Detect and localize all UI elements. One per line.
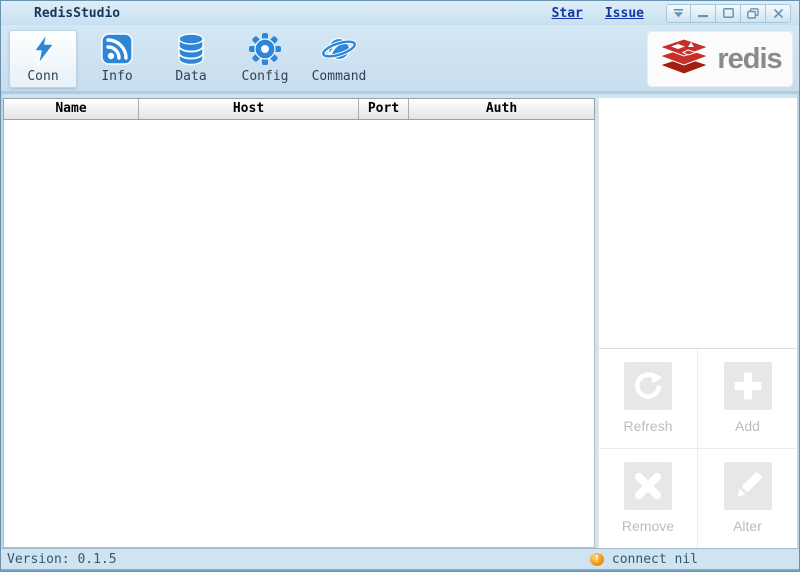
tab-config[interactable]: Config	[231, 30, 299, 88]
version-text: Version: 0.1.5	[7, 552, 117, 567]
toolbar: Conn Info Data	[1, 25, 799, 94]
action-button-grid: Refresh Add Remo	[599, 349, 797, 548]
tab-data[interactable]: Data	[157, 30, 225, 88]
column-header-auth[interactable]: Auth	[409, 99, 594, 119]
connection-table: Name Host Port Auth	[3, 98, 595, 548]
close-icon	[774, 9, 783, 18]
tab-conn[interactable]: Conn	[9, 30, 77, 88]
skin-menu-button[interactable]	[666, 4, 691, 23]
database-icon	[175, 31, 207, 67]
add-button[interactable]: Add	[698, 349, 797, 449]
tab-command-label: Command	[312, 69, 367, 84]
table-header-row: Name Host Port Auth	[3, 98, 595, 120]
side-panel: Refresh Add Remo	[598, 98, 797, 548]
add-label: Add	[735, 418, 760, 434]
redis-logo: redis	[647, 31, 793, 87]
panel-detail-area	[599, 98, 797, 349]
refresh-button[interactable]: Refresh	[599, 349, 698, 449]
remove-button[interactable]: Remove	[599, 449, 698, 549]
maximize-button[interactable]	[716, 4, 741, 23]
maximize-icon	[723, 8, 734, 18]
tab-conn-label: Conn	[27, 69, 58, 84]
redis-logo-text: redis	[717, 43, 781, 76]
table-body-empty[interactable]	[3, 120, 595, 548]
pencil-icon	[724, 462, 772, 510]
tab-config-label: Config	[242, 69, 289, 84]
tab-data-label: Data	[175, 69, 206, 84]
remove-label: Remove	[622, 518, 674, 534]
connection-status-text: connect nil	[612, 552, 698, 567]
star-link[interactable]: Star	[552, 6, 583, 21]
window-title: RedisStudio	[34, 6, 120, 21]
status-bar: Version: 0.1.5 ! connect nil	[1, 548, 799, 569]
column-header-name[interactable]: Name	[4, 99, 139, 119]
column-header-host[interactable]: Host	[139, 99, 359, 119]
chevron-down-icon	[673, 9, 684, 18]
close-button[interactable]	[766, 4, 791, 23]
alter-label: Alter	[733, 518, 762, 534]
tab-info-label: Info	[101, 69, 132, 84]
refresh-icon	[624, 362, 672, 410]
minimize-icon	[698, 9, 708, 18]
lightning-icon	[28, 31, 58, 67]
title-links: Star Issue	[552, 6, 666, 21]
title-bar: RedisStudio Star Issue	[1, 1, 799, 25]
x-icon	[624, 462, 672, 510]
tab-info[interactable]: Info	[83, 30, 151, 88]
app-window: RedisStudio Star Issue	[0, 0, 800, 572]
window-controls	[666, 4, 791, 23]
column-header-port[interactable]: Port	[359, 99, 409, 119]
minimize-button[interactable]	[691, 4, 716, 23]
rss-icon	[101, 31, 133, 67]
planet-icon	[320, 31, 358, 67]
refresh-label: Refresh	[623, 418, 672, 434]
gear-icon	[248, 31, 282, 67]
tab-command[interactable]: Command	[305, 30, 373, 88]
connection-status: ! connect nil	[590, 552, 698, 567]
plus-icon	[724, 362, 772, 410]
warning-icon: !	[590, 553, 604, 566]
main-area: Name Host Port Auth Refresh	[1, 94, 799, 548]
redis-cube-icon	[658, 37, 710, 81]
restore-button[interactable]	[741, 4, 766, 23]
restore-icon	[747, 8, 759, 19]
issue-link[interactable]: Issue	[605, 6, 644, 21]
alter-button[interactable]: Alter	[698, 449, 797, 549]
